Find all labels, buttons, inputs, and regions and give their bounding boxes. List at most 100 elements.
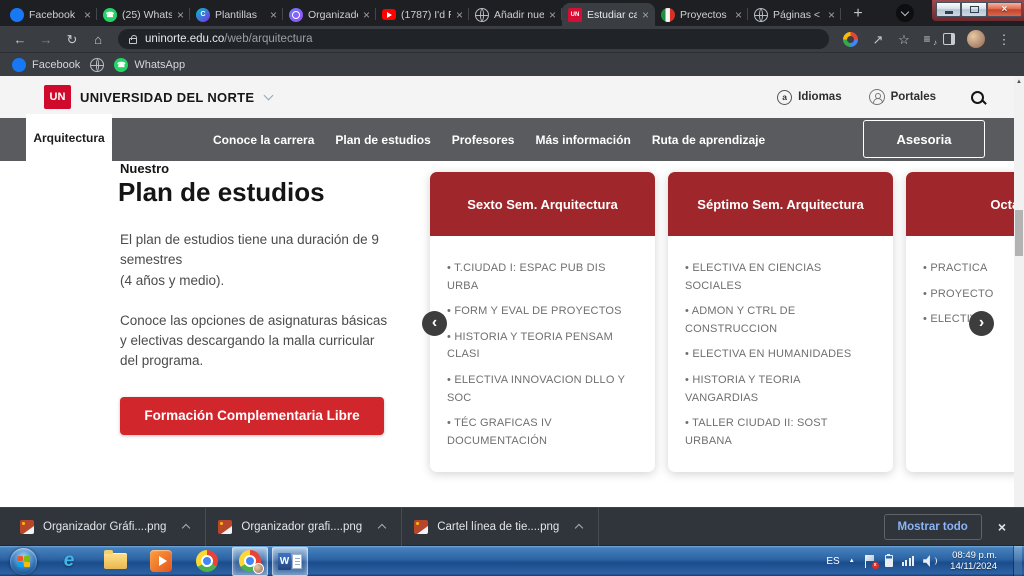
nav-tab-arquitectura[interactable]: Arquitectura — [26, 114, 112, 161]
carousel-prev-button[interactable]: ‹ — [422, 311, 447, 336]
start-button[interactable] — [10, 548, 37, 575]
show-desktop-button[interactable] — [1013, 546, 1022, 576]
tab-close-icon[interactable]: × — [177, 9, 184, 21]
course-item: T.CIUDAD I: ESPAC PUB DIS URBA — [447, 260, 638, 295]
extension-icon-reading[interactable]: ≡♪ — [918, 32, 936, 46]
asesoria-button[interactable]: Asesoria — [863, 120, 985, 158]
browser-tab[interactable]: (25) WhatsA× — [97, 3, 190, 26]
taskbar-media-player[interactable] — [138, 547, 184, 576]
youtube-favicon — [382, 9, 396, 20]
uninorte-favicon — [568, 8, 582, 22]
portales-label: Portales — [891, 91, 936, 103]
alert-badge — [872, 562, 879, 569]
chevron-up-icon[interactable] — [378, 524, 386, 532]
browser-tab[interactable]: Facebook× — [4, 3, 97, 26]
taskbar-chrome[interactable] — [184, 547, 230, 576]
internet-explorer-icon — [64, 550, 75, 572]
chevron-up-icon[interactable] — [182, 524, 190, 532]
browser-toolbar: ← → ↻ ⌂ uninorte.edu.co/web/arquitectura… — [0, 26, 1024, 52]
site-header: UN UNIVERSIDAD DEL NORTE a Idiomas Porta… — [0, 76, 1024, 118]
formacion-complementaria-button[interactable]: Formación Complementaria Libre — [120, 397, 384, 435]
browser-tab[interactable]: (1787) I'd R× — [376, 3, 469, 26]
back-button[interactable]: ← — [8, 33, 32, 46]
browser-tab[interactable]: Añadir nue× — [469, 3, 562, 26]
portales-link[interactable]: Portales — [869, 89, 936, 105]
close-window-button[interactable]: × — [987, 2, 1022, 17]
browser-tab[interactable]: Plantillas× — [190, 3, 283, 26]
taskbar-chrome-active[interactable] — [232, 547, 268, 576]
minimize-button[interactable] — [936, 2, 961, 17]
forward-button[interactable]: → — [34, 33, 58, 46]
tab-close-icon[interactable]: × — [84, 9, 91, 21]
nav-link[interactable]: Conoce la carrera — [213, 133, 314, 147]
folder-icon — [104, 553, 127, 569]
course-item: ELECTIVA INNOVACION DLLO Y SOC — [447, 372, 638, 407]
tab-close-icon[interactable]: × — [270, 9, 277, 21]
course-item: HISTORIA Y TEORIA PENSAM CLASI — [447, 329, 638, 364]
tab-close-icon[interactable]: × — [456, 9, 463, 21]
taskbar-word[interactable]: W — [272, 547, 308, 576]
site-nav: Arquitectura Conoce la carreraPlan de es… — [0, 118, 1024, 161]
battery-icon[interactable] — [885, 555, 893, 567]
address-bar[interactable]: uninorte.edu.co/web/arquitectura — [118, 29, 829, 49]
scrollbar-thumb[interactable] — [1015, 210, 1023, 256]
taskbar-internet-explorer[interactable] — [46, 547, 92, 576]
windows-taskbar: W ES ▲ 08:49 p.m. 14/11/2024 — [0, 545, 1024, 576]
nav-link[interactable]: Profesores — [452, 133, 515, 147]
tab-close-icon[interactable]: × — [549, 9, 556, 21]
bookmark-item[interactable]: Facebook — [12, 58, 80, 72]
share-button[interactable]: ↗ — [866, 33, 890, 46]
browser-tab[interactable]: Estudiar ca× — [562, 3, 655, 26]
page-title: Plan de estudios — [118, 177, 394, 208]
bookmark-item[interactable] — [90, 58, 104, 72]
side-panel-icon[interactable] — [943, 33, 955, 45]
browser-tab[interactable]: Páginas < P× — [748, 3, 841, 26]
browser-menu-button[interactable]: ⋮ — [992, 33, 1016, 46]
bookmark-star-button[interactable]: ☆ — [892, 33, 916, 46]
download-item[interactable]: Cartel línea de tie....png — [402, 508, 598, 545]
nav-link[interactable]: Plan de estudios — [335, 133, 430, 147]
download-item[interactable]: Organizador Gráfi....png — [8, 508, 205, 545]
globe-favicon — [90, 58, 104, 72]
browser-tab[interactable]: Organizado× — [283, 3, 376, 26]
chevron-up-icon[interactable] — [575, 524, 583, 532]
idiomas-link[interactable]: a Idiomas — [777, 90, 841, 105]
canva-favicon — [196, 8, 210, 22]
language-icon: a — [777, 90, 792, 105]
taskbar-file-explorer[interactable] — [92, 547, 138, 576]
bookmark-item[interactable]: WhatsApp — [114, 58, 185, 72]
new-tab-button[interactable]: + — [849, 6, 867, 22]
browser-tab[interactable]: Proyectos -× — [655, 3, 748, 26]
png-file-icon — [20, 520, 34, 534]
reload-button[interactable]: ↻ — [60, 33, 84, 46]
tab-close-icon[interactable]: × — [642, 9, 649, 21]
google-icon[interactable] — [843, 32, 858, 47]
nav-link[interactable]: Más información — [535, 133, 630, 147]
maximize-button[interactable] — [961, 2, 986, 17]
course-item: ELECTIVA EN CIENCIAS SOCIALES — [685, 260, 876, 295]
taskbar-clock[interactable]: 08:49 p.m. 14/11/2024 — [950, 550, 997, 572]
download-item[interactable]: Organizador grafi....png — [206, 508, 401, 545]
profile-avatar[interactable] — [967, 30, 985, 48]
tab-close-icon[interactable]: × — [828, 9, 835, 21]
nav-link[interactable]: Ruta de aprendizaje — [652, 133, 765, 147]
page-scrollbar[interactable]: ▲ — [1014, 76, 1024, 507]
action-center-icon[interactable] — [864, 555, 876, 568]
tab-search-button[interactable] — [896, 4, 914, 22]
uninorte-logo[interactable]: UN — [44, 85, 71, 109]
network-icon[interactable] — [902, 556, 915, 566]
hidden-icons-button[interactable]: ▲ — [849, 558, 855, 564]
language-indicator[interactable]: ES — [826, 556, 839, 567]
semester-card: Séptimo Sem. ArquitecturaELECTIVA EN CIE… — [668, 172, 893, 472]
search-icon[interactable] — [971, 91, 984, 104]
close-downloads-icon[interactable]: × — [998, 519, 1006, 535]
site-brand[interactable]: UNIVERSIDAD DEL NORTE — [80, 90, 254, 105]
home-button[interactable]: ⌂ — [86, 33, 110, 46]
show-all-downloads-button[interactable]: Mostrar todo — [884, 514, 982, 540]
carousel-next-button[interactable]: › — [969, 311, 994, 336]
scroll-up-arrow[interactable]: ▲ — [1014, 76, 1024, 88]
lock-icon — [129, 38, 137, 44]
tab-close-icon[interactable]: × — [363, 9, 370, 21]
volume-icon[interactable] — [923, 555, 938, 567]
tab-close-icon[interactable]: × — [735, 9, 742, 21]
